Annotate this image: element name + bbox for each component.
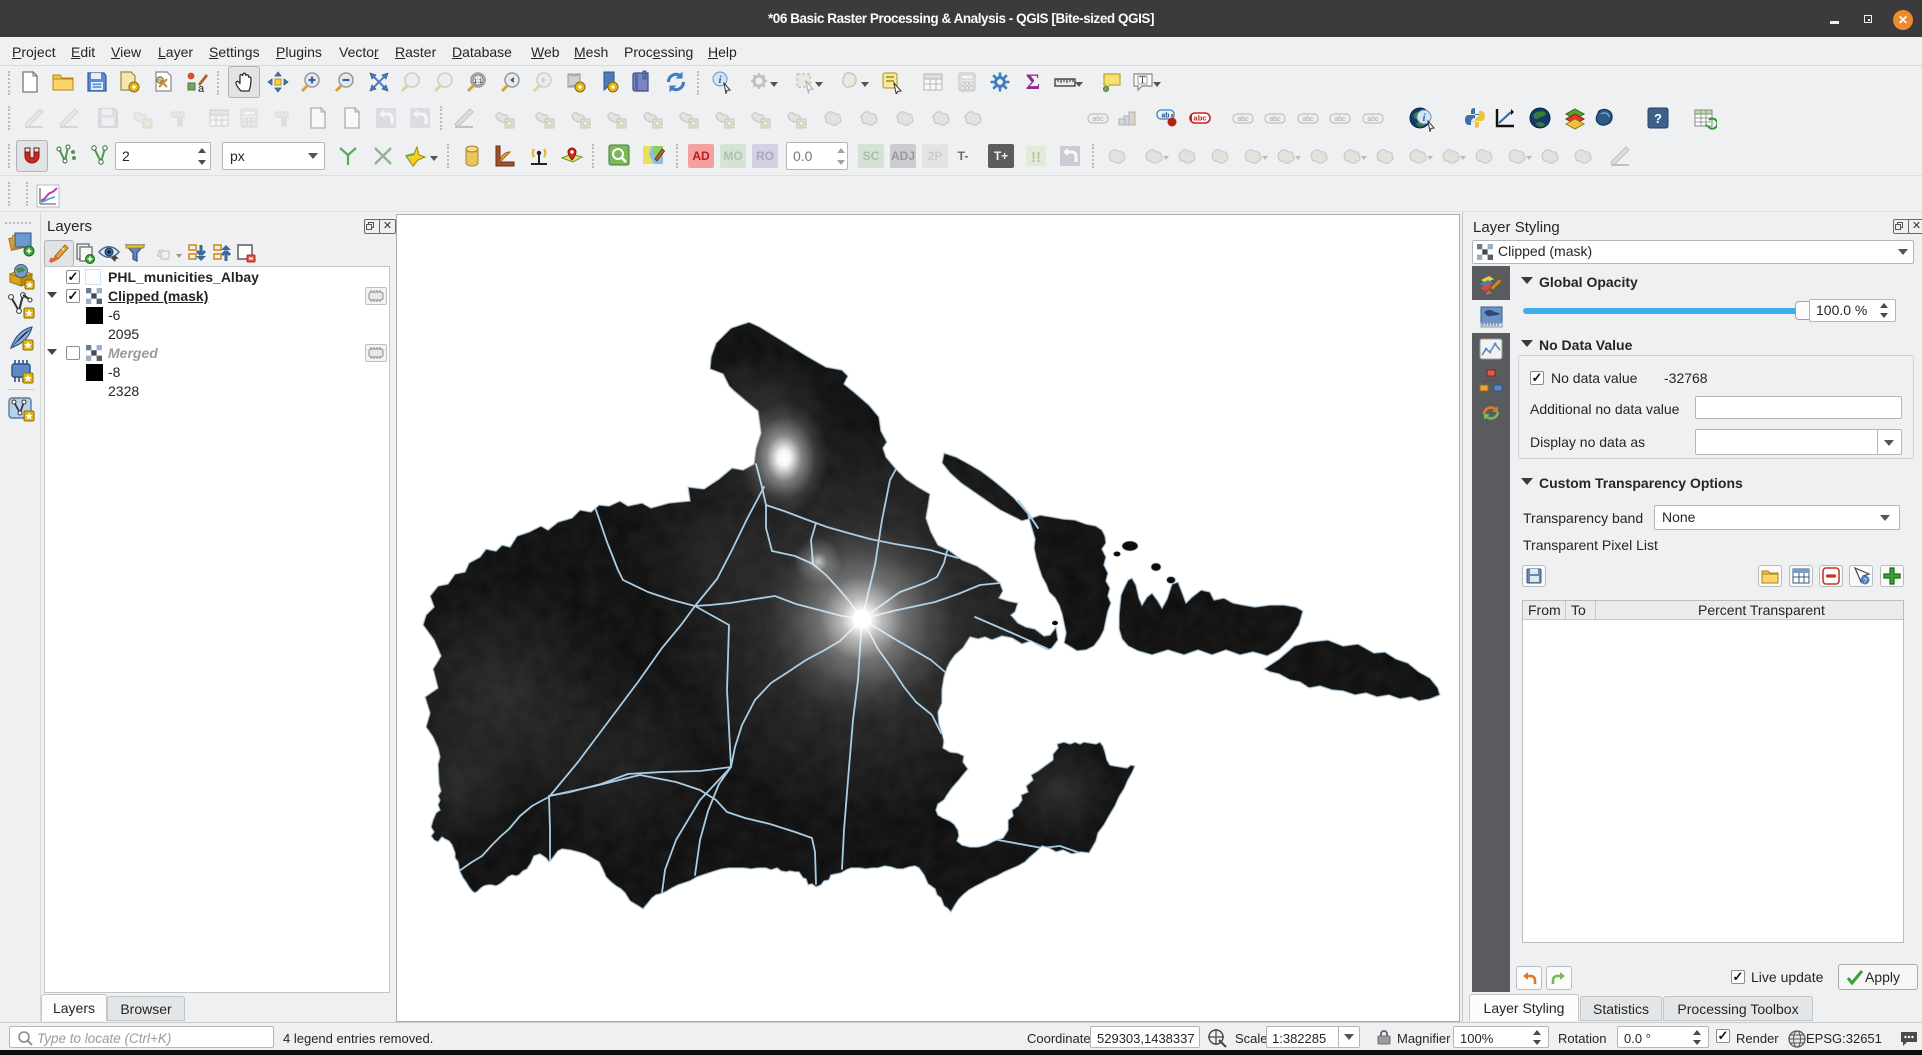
svg-text:ab: ab	[1161, 113, 1169, 120]
svg-text:T: T	[1140, 75, 1146, 85]
svg-text:abc: abc	[1269, 116, 1281, 123]
svg-text:abc: abc	[1237, 116, 1249, 123]
svg-text:abc: abc	[1092, 116, 1104, 123]
svg-text:abc: abc	[1194, 114, 1207, 123]
svg-text:Σ: Σ	[1026, 70, 1040, 94]
svg-text:?: ?	[1654, 111, 1662, 126]
svg-text:?: ?	[1863, 578, 1867, 585]
svg-text:!!: !!	[1031, 149, 1041, 166]
svg-text:abc: abc	[1334, 116, 1346, 123]
svg-text:abc: abc	[1302, 116, 1314, 123]
svg-text:abc: abc	[1367, 116, 1379, 123]
svg-text:a: a	[198, 83, 205, 94]
